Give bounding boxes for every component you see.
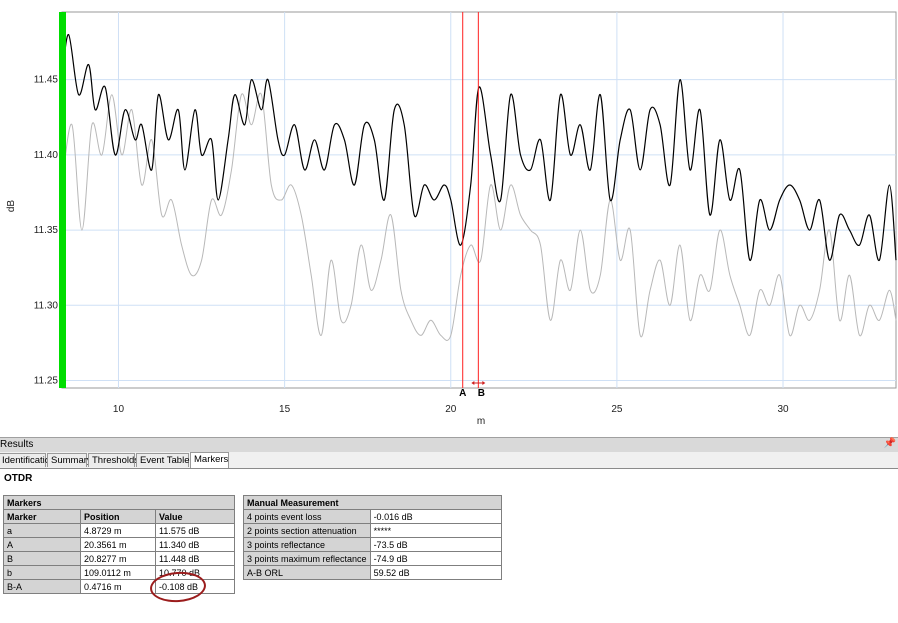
y-tick-label: 11.30 (34, 300, 59, 311)
section-title: OTDR (4, 473, 33, 484)
table-row: 4 points event loss -0.016 dB (243, 509, 502, 524)
pin-icon[interactable]: 📌 (884, 438, 896, 449)
marker-name-cell: B (3, 551, 81, 566)
markers-table: Markers Marker Position Value a 4.8729 m1… (3, 495, 235, 594)
marker-value-cell: 11.340 dB (155, 537, 235, 552)
tab-identification[interactable]: Identification (0, 453, 55, 467)
table-row: 3 points reflectance -73.5 dB (243, 537, 502, 552)
x-tick-label: 25 (611, 404, 623, 415)
manual-measurement-table: Manual Measurement 4 points event loss -0… (243, 495, 502, 580)
trace-start-bar (59, 12, 66, 388)
tab-thresholds[interactable]: Thresholds (88, 453, 139, 467)
table-row: B 20.8277 m 11.448 dB (3, 551, 235, 566)
x-tick-label: 10 (113, 404, 125, 415)
x-tick-label: 15 (279, 404, 291, 415)
marker-value-cell: 10.770 dB (155, 565, 235, 580)
table-row: B-A 0.4716 m -0.108 dB (3, 579, 235, 594)
measurement-value-cell: 59.52 dB (369, 565, 502, 580)
chart-canvas[interactable]: A B 10 15 20 25 30 11.25 11.30 11.35 11.40 11.45 m d… (0, 0, 898, 432)
measurement-label-cell: 3 points maximum reflectance (243, 551, 371, 566)
measurement-label-cell: 2 points section attenuation (243, 523, 371, 538)
measurement-label-cell: A-B ORL (243, 565, 371, 580)
table-row: 2 points section attenuation ***** (243, 523, 502, 538)
table-row: A 20.3561 m 11.340 dB (3, 537, 235, 552)
marker-value-cell: 11.448 dB (155, 551, 235, 566)
x-tick-label: 30 (777, 404, 789, 415)
marker-name-cell: B-A (3, 579, 81, 594)
marker-name-cell: b (3, 565, 81, 580)
table-row: a 4.8729 m 11.575 dB (3, 523, 235, 538)
table-row: A-B ORL 59.52 dB (243, 565, 502, 580)
x-axis-label: m (477, 416, 485, 427)
measurement-value-cell: ***** (369, 523, 502, 538)
markers-panel: OTDR Markers Marker Position Value a 4.87… (0, 469, 898, 623)
measurement-value-cell: -0.016 dB (369, 509, 502, 524)
measurement-label-cell: 3 points reflectance (243, 537, 371, 552)
marker-position-cell: 4.8729 m (80, 523, 156, 538)
table-row: 3 points maximum reflectance -74.9 dB (243, 551, 502, 566)
col-header-value: Value (155, 509, 235, 524)
results-panel-header: Results 📌 (0, 437, 898, 453)
manual-caption: Manual Measurement (243, 495, 502, 510)
marker-value-cell: 11.575 dB (155, 523, 235, 538)
measurement-value-cell: -74.9 dB (369, 551, 502, 566)
results-tab-bar: Identification Summary Thresholds Event Tab… (0, 452, 898, 469)
marker-b-label: B (478, 388, 485, 399)
marker-value-cell: -0.108 dB (155, 579, 235, 594)
marker-position-cell: 109.0112 m (80, 565, 156, 580)
col-header-marker: Marker (3, 509, 81, 524)
y-tick-label: 11.40 (34, 150, 59, 161)
marker-name-cell: a (3, 523, 81, 538)
col-header-position: Position (80, 509, 156, 524)
y-axis-label: dB (6, 200, 17, 213)
tab-markers[interactable]: Markers (190, 452, 229, 468)
y-tick-label: 11.45 (34, 75, 59, 86)
x-tick-label: 20 (445, 404, 457, 415)
marker-position-cell: 20.8277 m (80, 551, 156, 566)
marker-position-cell: 20.3561 m (80, 537, 156, 552)
marker-position-cell: 0.4716 m (80, 579, 156, 594)
tab-event-table[interactable]: Event Table (136, 453, 189, 467)
measurement-value-cell: -73.5 dB (369, 537, 502, 552)
results-title: Results (0, 439, 34, 450)
otdr-trace-chart[interactable]: A B 10 15 20 25 30 11.25 11.30 11.35 11.40 11.45 m d… (0, 0, 898, 432)
y-tick-label: 11.25 (34, 375, 59, 386)
y-tick-label: 11.35 (34, 225, 59, 236)
marker-a-label: A (459, 388, 466, 399)
markers-caption: Markers (3, 495, 235, 510)
marker-name-cell: A (3, 537, 81, 552)
measurement-label-cell: 4 points event loss (243, 509, 371, 524)
tab-summary[interactable]: Summary (47, 453, 92, 467)
table-row: b 109.0112 m 10.770 dB (3, 565, 235, 580)
plot-area[interactable] (61, 11, 897, 389)
